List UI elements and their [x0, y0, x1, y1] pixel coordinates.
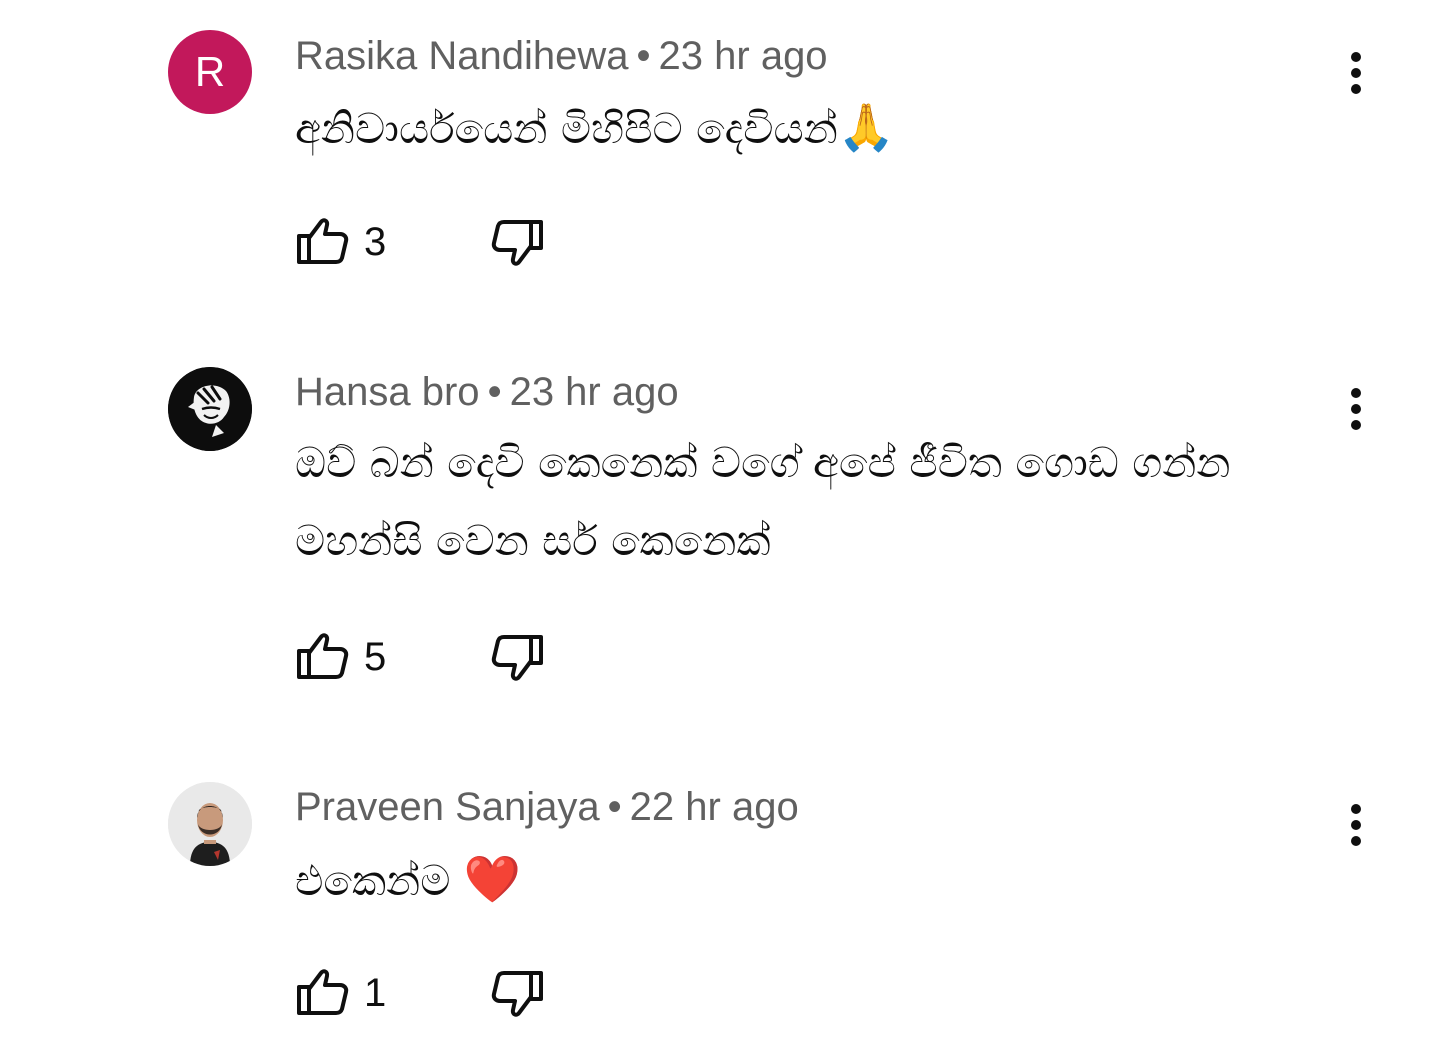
dislike-button[interactable]: [488, 963, 548, 1023]
comment-text: අනිවාර්යයෙන් මිහිපිට දෙවියන්🙏: [295, 88, 1355, 168]
comment-author[interactable]: Praveen Sanjaya: [295, 785, 600, 829]
meta-separator: •: [636, 34, 651, 78]
thumbs-down-icon: [491, 220, 543, 266]
comment-text: එකෙන්ම ❤️: [295, 840, 1355, 920]
comment-text-content: එකෙන්ම: [295, 856, 451, 905]
dislike-button[interactable]: [488, 627, 548, 687]
like-button[interactable]: [292, 963, 352, 1023]
comment-text-content: ඔව් බන් දෙවි කෙනෙක් වගේ අපේ ජීවිත ගොඩ ගන…: [295, 438, 1231, 565]
comment-time[interactable]: 23 hr ago: [659, 34, 828, 78]
thumbs-up-icon: [297, 633, 349, 679]
like-button[interactable]: [292, 212, 352, 272]
comment-text: ඔව් බන් දෙවි කෙනෙක් වගේ අපේ ජීවිත ගොඩ ගන…: [295, 424, 1355, 580]
dislike-button[interactable]: [488, 212, 548, 272]
avatar[interactable]: [168, 782, 252, 866]
red-heart-emoji: ❤️: [463, 852, 522, 906]
comment-time[interactable]: 22 hr ago: [630, 785, 799, 829]
thumbs-up-icon: [297, 218, 349, 264]
like-button[interactable]: [292, 627, 352, 687]
comment-meta: Rasika Nandihewa • 23 hr ago: [295, 32, 828, 80]
like-count: 1: [364, 971, 387, 1015]
avatar[interactable]: [168, 367, 252, 451]
meta-separator: •: [487, 370, 502, 414]
like-count: 5: [364, 635, 387, 679]
comment-meta: Hansa bro • 23 hr ago: [295, 368, 679, 416]
praying-hands-emoji: 🙏: [837, 100, 896, 154]
thumbs-down-icon: [491, 635, 543, 681]
comment-time[interactable]: 23 hr ago: [510, 370, 679, 414]
meta-separator: •: [607, 785, 622, 829]
comment-meta: Praveen Sanjaya • 22 hr ago: [295, 783, 799, 831]
avatar-initial: R: [194, 48, 226, 95]
comment-author[interactable]: Hansa bro: [295, 370, 480, 414]
comment-author[interactable]: Rasika Nandihewa: [295, 34, 629, 78]
like-count: 3: [364, 220, 387, 264]
avatar-illustration: [168, 367, 252, 451]
thumbs-down-icon: [491, 971, 543, 1017]
thumbs-up-icon: [297, 969, 349, 1015]
comment-text-content: අනිවාර්යයෙන් මිහිපිට දෙවියන්: [295, 104, 838, 153]
avatar-photo: [168, 782, 252, 866]
avatar[interactable]: R: [168, 30, 252, 114]
